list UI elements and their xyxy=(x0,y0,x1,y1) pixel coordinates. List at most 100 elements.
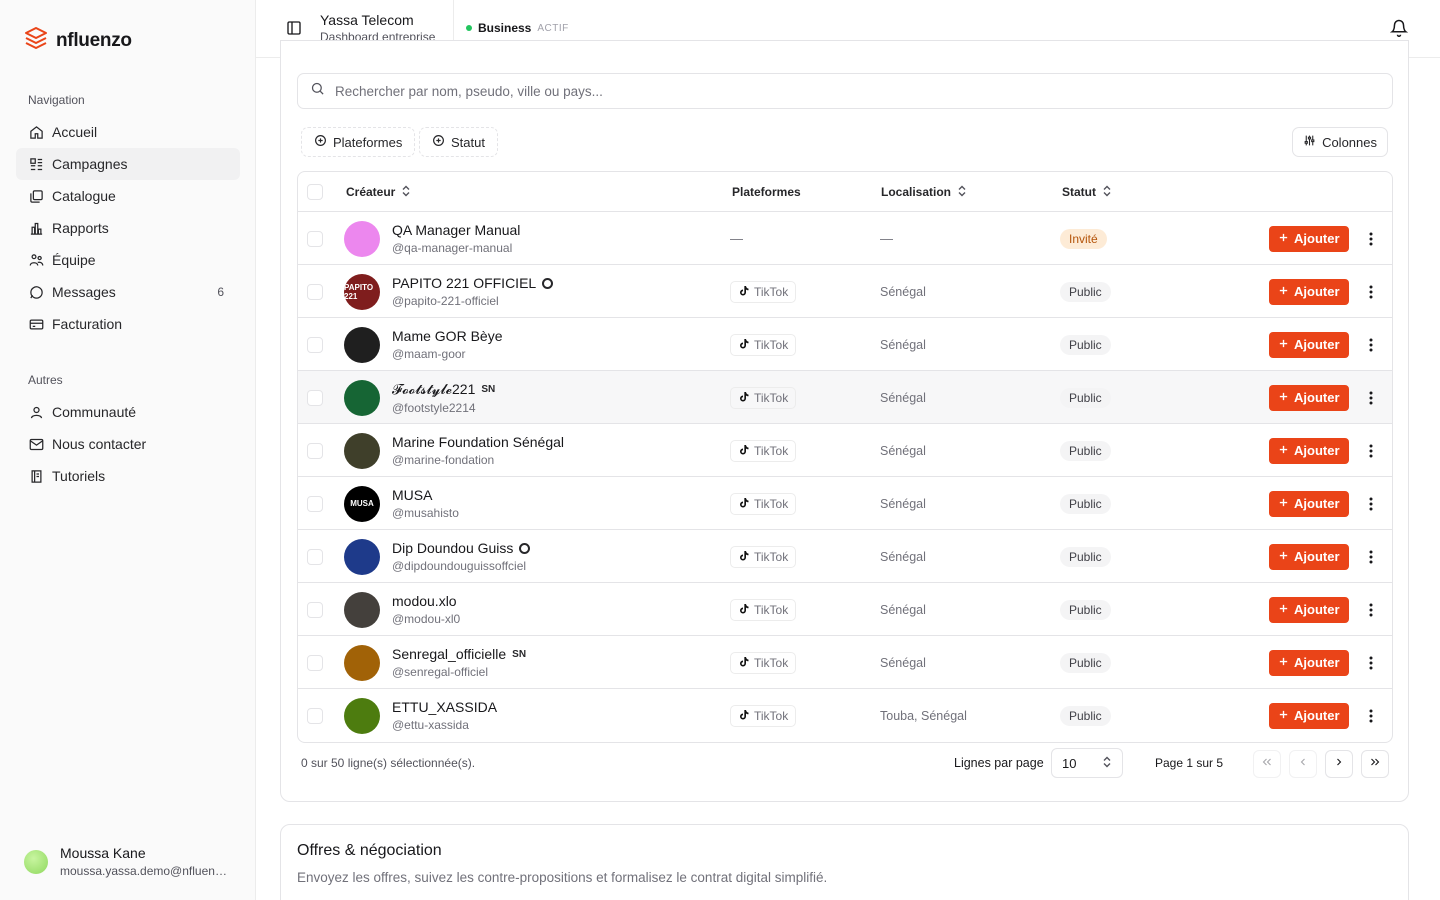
table-row[interactable]: modou.xlo @modou-xl0 TikTok Sénégal Public Aj… xyxy=(298,583,1392,636)
search-bar[interactable] xyxy=(297,73,1393,109)
more-options-icon[interactable] xyxy=(1363,229,1379,249)
row-checkbox[interactable] xyxy=(307,654,323,671)
sidebar-item-campagnes[interactable]: Campagnes xyxy=(16,148,240,180)
creator-name: Mame GOR Bèye xyxy=(392,328,503,344)
more-options-icon[interactable] xyxy=(1363,706,1379,726)
add-creator-button[interactable]: Ajouter xyxy=(1269,437,1349,464)
location-value: Sénégal xyxy=(880,443,926,458)
row-checkbox[interactable] xyxy=(307,336,323,353)
sort-location-header[interactable]: Localisation xyxy=(881,172,967,212)
sort-status-header[interactable]: Statut xyxy=(1062,172,1112,212)
creators-card: Plateformes Statut Colonnes Créateur xyxy=(280,40,1409,802)
row-checkbox[interactable] xyxy=(307,389,323,406)
status-badge: Public xyxy=(1060,546,1111,567)
brand-logo[interactable]: nfluenzo xyxy=(24,26,132,55)
column-label: Créateur xyxy=(346,185,396,199)
add-creator-button[interactable]: Ajouter xyxy=(1269,702,1349,729)
sidebar-item-equipe[interactable]: Équipe xyxy=(16,244,240,276)
country-flag: SN xyxy=(512,648,527,660)
creator-handle: @modou-xl0 xyxy=(392,612,461,626)
bell-icon[interactable] xyxy=(1389,19,1410,39)
status-badge: Public xyxy=(1060,334,1111,355)
selection-count: 0 sur 50 ligne(s) sélectionnée(s). xyxy=(301,756,476,770)
row-checkbox[interactable] xyxy=(307,707,323,724)
table-row[interactable]: Senregal_officielle SN @senregal-officiel T… xyxy=(298,636,1392,689)
more-options-icon[interactable] xyxy=(1363,282,1379,302)
sidebar-item-facturation[interactable]: Facturation xyxy=(16,308,240,340)
avatar xyxy=(24,849,48,874)
table-row[interactable]: QA Manager Manual @qa-manager-manual — — Inv… xyxy=(298,212,1392,265)
more-options-icon[interactable] xyxy=(1363,388,1379,408)
creator-name: MUSA xyxy=(392,487,433,503)
columns-button[interactable]: Colonnes xyxy=(1292,127,1388,157)
sidebar-item-contact[interactable]: Nous contacter xyxy=(16,428,240,460)
sort-creator-header[interactable]: Créateur xyxy=(346,172,411,212)
sidebar-item-communaute[interactable]: Communauté xyxy=(16,396,240,428)
sidebar-item-label: Communauté xyxy=(52,404,137,420)
more-options-icon[interactable] xyxy=(1363,441,1379,461)
more-options-icon[interactable] xyxy=(1363,547,1379,567)
add-creator-button[interactable]: Ajouter xyxy=(1269,278,1349,305)
add-creator-button[interactable]: Ajouter xyxy=(1269,596,1349,623)
sidebar-item-label: Catalogue xyxy=(52,188,116,204)
sidebar-item-label: Tutoriels xyxy=(52,468,106,484)
row-checkbox[interactable] xyxy=(307,548,323,565)
row-checkbox[interactable] xyxy=(307,601,323,618)
more-options-icon[interactable] xyxy=(1363,600,1379,620)
table-row[interactable]: PAPITO 221 PAPITO 221 OFFICIEL @papito-221… xyxy=(298,265,1392,318)
table-row[interactable]: Marine Foundation Sénégal @marine-fondati… xyxy=(298,424,1392,477)
more-options-icon[interactable] xyxy=(1363,335,1379,355)
previous-page-button[interactable] xyxy=(1289,750,1317,778)
add-creator-button[interactable]: Ajouter xyxy=(1269,543,1349,570)
table-row[interactable]: ETTU_XASSIDA @ettu-xassida TikTok Touba, Sé… xyxy=(298,689,1392,742)
sort-icon xyxy=(957,185,967,200)
rows-per-page-select[interactable]: 10 xyxy=(1051,748,1123,778)
user-profile[interactable]: Moussa Kane moussa.yassa.demo@nfluenzo.c… xyxy=(24,845,232,878)
table-row[interactable]: MUSA MUSA @musahisto TikTok Sénégal Public Ajo… xyxy=(298,477,1392,530)
plus-icon xyxy=(1278,496,1289,511)
plus-icon xyxy=(1278,443,1289,458)
first-page-button[interactable] xyxy=(1253,750,1281,778)
row-checkbox[interactable] xyxy=(307,283,323,300)
platform-label: TikTok xyxy=(754,496,789,511)
status-badge: Public xyxy=(1060,493,1111,514)
more-options-icon[interactable] xyxy=(1363,494,1379,514)
sidebar-item-accueil[interactable]: Accueil xyxy=(16,116,240,148)
filter-platforms-button[interactable]: Plateformes xyxy=(301,127,416,157)
row-checkbox[interactable] xyxy=(307,230,323,247)
add-label: Ajouter xyxy=(1294,231,1340,246)
sidebar-item-tutoriels[interactable]: Tutoriels xyxy=(16,460,240,492)
next-page-button[interactable] xyxy=(1325,750,1353,778)
avatar: PAPITO 221 xyxy=(344,273,380,310)
column-label: Plateformes xyxy=(732,185,801,199)
table-row[interactable]: 𝓕𝓸𝓸𝓽𝓼𝓽𝔂𝓵𝓮221 SN @footstyle2214 TikTok Sénéga… xyxy=(298,371,1392,424)
row-checkbox[interactable] xyxy=(307,495,323,512)
platform-badge: TikTok xyxy=(730,598,797,621)
sidebar-item-messages[interactable]: Messages 6 xyxy=(16,276,240,308)
add-creator-button[interactable]: Ajouter xyxy=(1269,384,1349,411)
avatar xyxy=(344,220,380,257)
filter-status-button[interactable]: Statut xyxy=(419,127,498,157)
row-checkbox[interactable] xyxy=(307,442,323,459)
sidebar-item-label: Rapports xyxy=(52,220,109,236)
add-creator-button[interactable]: Ajouter xyxy=(1269,225,1349,252)
platform-badge: TikTok xyxy=(730,386,797,409)
last-page-button[interactable] xyxy=(1361,750,1389,778)
table-row[interactable]: Dip Doundou Guiss @dipdoundouguissoffciel… xyxy=(298,530,1392,583)
team-icon xyxy=(28,252,44,268)
add-creator-button[interactable]: Ajouter xyxy=(1269,649,1349,676)
select-all-checkbox[interactable] xyxy=(307,184,323,200)
table-row[interactable]: Mame GOR Bèye @maam-goor TikTok Sénégal Publ… xyxy=(298,318,1392,371)
creator-name: modou.xlo xyxy=(392,593,457,609)
add-creator-button[interactable]: Ajouter xyxy=(1269,490,1349,517)
sidebar-item-rapports[interactable]: Rapports xyxy=(16,212,240,244)
search-input[interactable] xyxy=(335,83,1335,99)
sidebar-toggle-icon[interactable] xyxy=(286,20,304,38)
more-options-icon[interactable] xyxy=(1363,653,1379,673)
tiktok-icon xyxy=(738,549,750,565)
sidebar-item-catalogue[interactable]: Catalogue xyxy=(16,180,240,212)
plus-icon xyxy=(1278,549,1289,564)
offers-title: Offres & négociation xyxy=(297,842,442,859)
platform-label: TikTok xyxy=(754,337,789,352)
add-creator-button[interactable]: Ajouter xyxy=(1269,331,1349,358)
